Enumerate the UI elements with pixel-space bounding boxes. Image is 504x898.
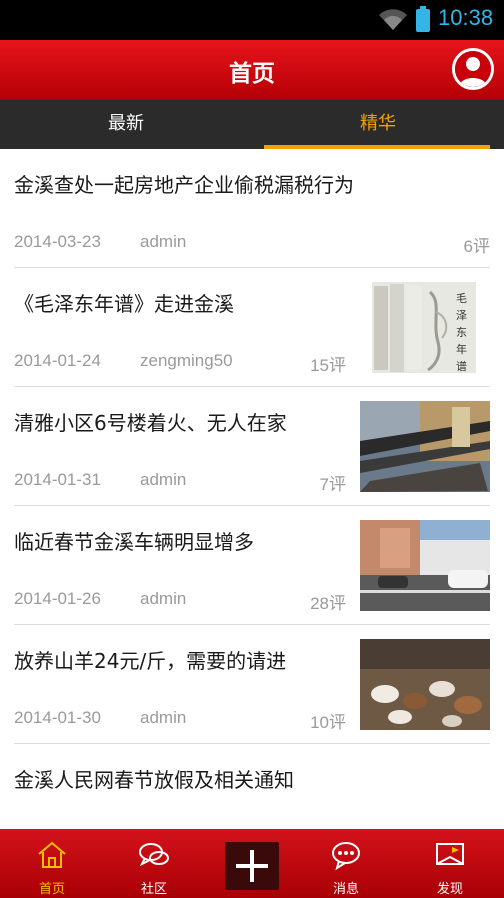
article-title: 临近春节金溪车辆明显增多 <box>14 530 254 554</box>
nav-home[interactable]: 首页 <box>12 829 92 898</box>
article-comment-count: 10评 <box>310 713 346 732</box>
battery-icon <box>416 6 430 32</box>
article-comment-count: 15评 <box>310 356 346 375</box>
nav-messages[interactable]: 消息 <box>306 829 386 898</box>
status-bar: 10:38 <box>0 0 504 40</box>
article-author: admin <box>140 589 187 608</box>
article-author: admin <box>140 470 187 489</box>
message-icon <box>332 842 360 871</box>
article-comment-count: 6评 <box>463 237 490 256</box>
map-flag-icon <box>436 843 464 865</box>
tab-bar: 最新 精华 <box>0 100 504 149</box>
user-avatar-icon[interactable] <box>452 48 494 90</box>
article-author: zengming50 <box>140 351 233 370</box>
page-title: 首页 <box>229 61 275 87</box>
nav-community[interactable]: 社区 <box>114 829 194 898</box>
plus-button[interactable] <box>225 842 279 890</box>
nav-label: 发现 <box>436 882 463 897</box>
article-date: 2014-01-30 <box>14 708 101 727</box>
article-title: 放养山羊24元/斤，需要的请进 <box>14 649 287 673</box>
nav-label: 社区 <box>140 882 167 897</box>
list-item[interactable]: 金溪人民网春节放假及相关通知 <box>0 744 504 829</box>
status-time: 10:38 <box>438 5 494 30</box>
list-item[interactable]: 清雅小区6号楼着火、无人在家 2014-01-31 admin 7评 <box>0 387 504 506</box>
chat-bubbles-icon <box>139 843 169 867</box>
article-author: admin <box>140 232 187 251</box>
article-date: 2014-01-24 <box>14 351 101 370</box>
wifi-icon <box>379 9 407 31</box>
thumb-caption: 毛泽东年谱 <box>456 292 467 373</box>
nav-label: 首页 <box>38 882 65 897</box>
user-silhouette-icon <box>455 51 491 87</box>
article-list[interactable]: 金溪查处一起房地产企业偷税漏税行为 2014-03-23 admin 6评 《毛… <box>0 149 504 829</box>
article-comment-count: 7评 <box>319 475 346 494</box>
article-thumbnail <box>360 520 490 611</box>
article-date: 2014-01-26 <box>14 589 101 608</box>
article-comment-count: 28评 <box>310 594 346 613</box>
nav-label: 消息 <box>332 882 359 897</box>
tab-featured[interactable]: 精华 <box>252 100 504 149</box>
plus-icon <box>236 850 268 882</box>
article-thumbnail <box>360 401 490 492</box>
article-title: 金溪人民网春节放假及相关通知 <box>14 768 294 792</box>
nav-discover[interactable]: 发现 <box>410 829 490 898</box>
article-title: 金溪查处一起房地产企业偷税漏税行为 <box>14 173 354 197</box>
home-icon <box>38 841 66 868</box>
list-item[interactable]: 放养山羊24元/斤，需要的请进 2014-01-30 admin 10评 <box>0 625 504 744</box>
list-item[interactable]: 金溪查处一起房地产企业偷税漏税行为 2014-03-23 admin 6评 <box>0 149 504 268</box>
list-item[interactable]: 《毛泽东年谱》走进金溪 2014-01-24 zengming50 15评 毛泽… <box>0 268 504 387</box>
article-thumbnail <box>360 639 490 730</box>
article-thumbnail: 毛泽东年谱 <box>372 282 476 373</box>
bottom-nav: 首页 社区 消息 发现 <box>0 829 504 898</box>
tab-latest[interactable]: 最新 <box>0 100 252 149</box>
article-date: 2014-01-31 <box>14 470 101 489</box>
article-title: 《毛泽东年谱》走进金溪 <box>14 292 234 316</box>
list-item[interactable]: 临近春节金溪车辆明显增多 2014-01-26 admin 28评 <box>0 506 504 625</box>
app-header: 首页 <box>0 40 504 100</box>
article-title: 清雅小区6号楼着火、无人在家 <box>14 411 287 435</box>
article-date: 2014-03-23 <box>14 232 101 251</box>
article-author: admin <box>140 708 187 727</box>
